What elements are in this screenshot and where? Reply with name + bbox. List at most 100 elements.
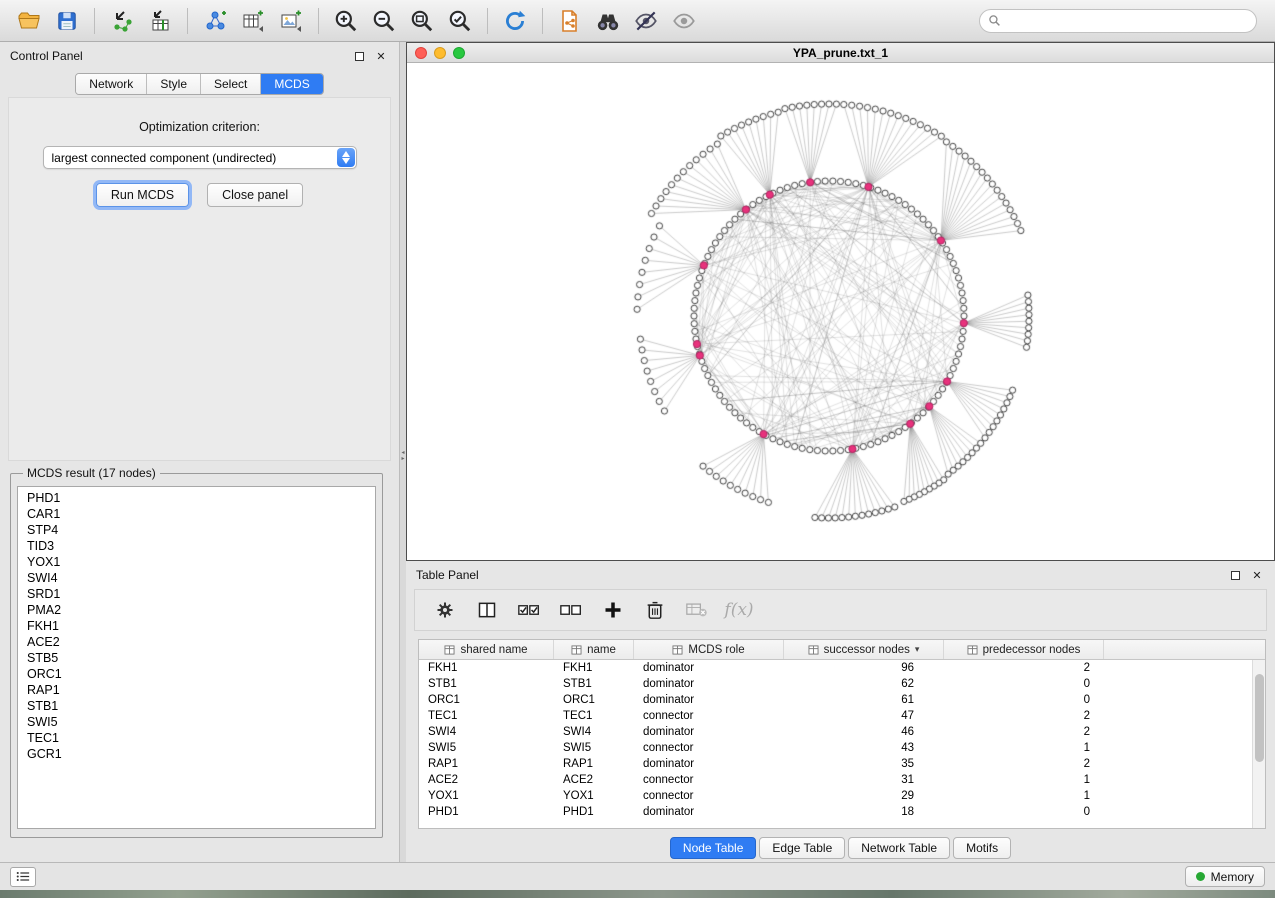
table-row[interactable]: ORC1ORC1dominator610 bbox=[419, 692, 1252, 708]
new-network-button[interactable] bbox=[196, 4, 234, 38]
add-column-button[interactable] bbox=[599, 596, 627, 624]
column-header-shared-name[interactable]: shared name bbox=[419, 640, 554, 659]
mcds-result-item[interactable]: STB1 bbox=[27, 698, 375, 714]
table-cell: dominator bbox=[634, 726, 784, 738]
mcds-result-item[interactable]: SWI4 bbox=[27, 570, 375, 586]
apply-layout-button[interactable] bbox=[496, 4, 534, 38]
table-cell: PHD1 bbox=[554, 806, 634, 818]
column-header-predecessor-nodes[interactable]: predecessor nodes bbox=[944, 640, 1104, 659]
save-session-button[interactable] bbox=[48, 4, 86, 38]
mcds-result-item[interactable]: ACE2 bbox=[27, 634, 375, 650]
close-panel-button[interactable]: Close panel bbox=[207, 183, 303, 207]
new-table-button[interactable] bbox=[234, 4, 272, 38]
checked-boxes-icon bbox=[518, 601, 540, 619]
tab-mcds[interactable]: MCDS bbox=[261, 74, 322, 94]
plus-icon bbox=[603, 600, 623, 620]
table-row[interactable]: SWI4SWI4dominator462 bbox=[419, 724, 1252, 740]
table-cell: 35 bbox=[784, 758, 944, 770]
tab-edge-table[interactable]: Edge Table bbox=[759, 837, 845, 859]
table-cell: FKH1 bbox=[419, 662, 554, 674]
gear-icon bbox=[435, 600, 455, 620]
import-table-button[interactable] bbox=[141, 4, 179, 38]
open-session-button[interactable] bbox=[10, 4, 48, 38]
memory-button[interactable]: Memory bbox=[1185, 866, 1265, 887]
table-row[interactable]: ACE2ACE2connector311 bbox=[419, 772, 1252, 788]
zoom-selected-button[interactable] bbox=[441, 4, 479, 38]
table-row[interactable]: PHD1PHD1dominator180 bbox=[419, 804, 1252, 820]
hide-selected-button[interactable] bbox=[627, 4, 665, 38]
mcds-result-item[interactable]: TEC1 bbox=[27, 730, 375, 746]
float-panel-icon[interactable] bbox=[1227, 567, 1243, 583]
tab-network-table[interactable]: Network Table bbox=[848, 837, 950, 859]
table-cell: SWI4 bbox=[554, 726, 634, 738]
search-input[interactable] bbox=[1001, 14, 1248, 28]
mcds-result-item[interactable]: PHD1 bbox=[27, 490, 375, 506]
zoom-in-button[interactable] bbox=[327, 4, 365, 38]
table-settings-button[interactable] bbox=[431, 596, 459, 624]
close-panel-icon[interactable]: ✕ bbox=[1249, 567, 1265, 583]
table-row[interactable]: SWI5SWI5connector431 bbox=[419, 740, 1252, 756]
column-header-mcds-role[interactable]: MCDS role bbox=[634, 640, 784, 659]
float-panel-icon[interactable] bbox=[351, 48, 367, 64]
select-all-rows-button[interactable] bbox=[515, 596, 543, 624]
column-type-icon bbox=[672, 645, 683, 655]
export-image-button[interactable] bbox=[272, 4, 310, 38]
run-mcds-button[interactable]: Run MCDS bbox=[96, 183, 189, 207]
mcds-result-item[interactable]: YOX1 bbox=[27, 554, 375, 570]
search-field[interactable] bbox=[979, 9, 1257, 33]
table-row[interactable]: FKH1FKH1dominator962 bbox=[419, 660, 1252, 676]
mcds-result-item[interactable]: RAP1 bbox=[27, 682, 375, 698]
column-header-name[interactable]: name bbox=[554, 640, 634, 659]
show-all-button[interactable] bbox=[665, 4, 703, 38]
window-close-icon[interactable] bbox=[415, 47, 427, 59]
mcds-result-item[interactable]: GCR1 bbox=[27, 746, 375, 762]
mcds-result-item[interactable]: STP4 bbox=[27, 522, 375, 538]
scrollbar-thumb[interactable] bbox=[1255, 674, 1264, 762]
find-button[interactable] bbox=[589, 4, 627, 38]
table-header: shared name name MCDS role successo bbox=[419, 640, 1265, 660]
dropdown-stepper-icon bbox=[337, 148, 355, 167]
import-network-button[interactable] bbox=[103, 4, 141, 38]
deselect-all-rows-button[interactable] bbox=[557, 596, 585, 624]
tab-motifs[interactable]: Motifs bbox=[953, 837, 1011, 859]
mcds-result-item[interactable]: STB5 bbox=[27, 650, 375, 666]
delete-column-button[interactable] bbox=[641, 596, 669, 624]
table-scrollbar[interactable] bbox=[1252, 660, 1265, 828]
clone-network-button[interactable] bbox=[551, 4, 589, 38]
mcds-result-item[interactable]: TID3 bbox=[27, 538, 375, 554]
window-minimize-icon[interactable] bbox=[434, 47, 446, 59]
table-row[interactable]: TEC1TEC1connector472 bbox=[419, 708, 1252, 724]
table-cell: 62 bbox=[784, 678, 944, 690]
mcds-result-group: MCDS result (17 nodes) PHD1CAR1STP4TID3Y… bbox=[10, 466, 383, 838]
mcds-result-item[interactable]: PMA2 bbox=[27, 602, 375, 618]
mcds-result-item[interactable]: ORC1 bbox=[27, 666, 375, 682]
tab-network[interactable]: Network bbox=[76, 74, 147, 94]
table-row[interactable]: STB1STB1dominator620 bbox=[419, 676, 1252, 692]
table-cell: 0 bbox=[944, 806, 1104, 818]
close-panel-icon[interactable]: ✕ bbox=[373, 48, 389, 64]
tab-node-table[interactable]: Node Table bbox=[670, 837, 757, 859]
mcds-result-item[interactable]: SWI5 bbox=[27, 714, 375, 730]
toolbar-separator bbox=[318, 8, 319, 34]
task-history-button[interactable] bbox=[10, 867, 36, 887]
tab-select[interactable]: Select bbox=[201, 74, 261, 94]
mcds-result-item[interactable]: FKH1 bbox=[27, 618, 375, 634]
mcds-result-item[interactable]: CAR1 bbox=[27, 506, 375, 522]
criterion-dropdown[interactable]: largest connected component (undirected) bbox=[43, 146, 357, 169]
mcds-result-item[interactable]: SRD1 bbox=[27, 586, 375, 602]
table-cell: dominator bbox=[634, 806, 784, 818]
show-columns-button[interactable] bbox=[473, 596, 501, 624]
network-canvas[interactable] bbox=[407, 63, 1274, 560]
table-cell: connector bbox=[634, 710, 784, 722]
zoom-fit-button[interactable] bbox=[403, 4, 441, 38]
mcds-result-list[interactable]: PHD1CAR1STP4TID3YOX1SWI4SRD1PMA2FKH1ACE2… bbox=[17, 486, 376, 829]
table-cell: dominator bbox=[634, 758, 784, 770]
table-row[interactable]: RAP1RAP1dominator352 bbox=[419, 756, 1252, 772]
table-row[interactable]: YOX1YOX1connector291 bbox=[419, 788, 1252, 804]
window-maximize-icon[interactable] bbox=[453, 47, 465, 59]
column-header-successor-nodes[interactable]: successor nodes ▾ bbox=[784, 640, 944, 659]
column-type-icon bbox=[444, 645, 455, 655]
tab-style[interactable]: Style bbox=[147, 74, 201, 94]
zoom-out-button[interactable] bbox=[365, 4, 403, 38]
sort-caret-icon[interactable]: ▾ bbox=[915, 644, 920, 655]
